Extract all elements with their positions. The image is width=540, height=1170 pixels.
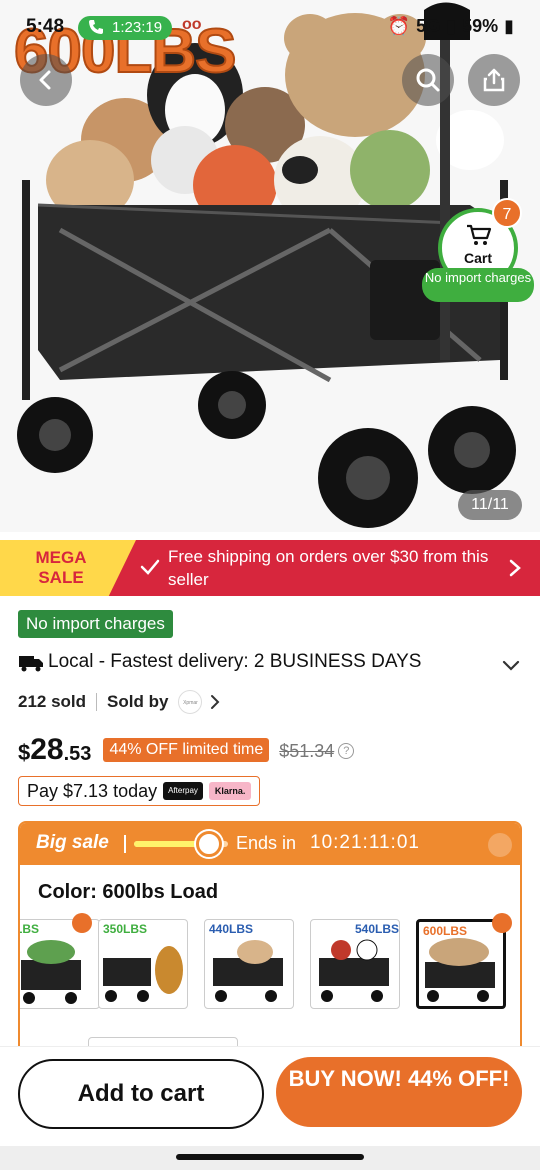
battery-icon: ▮ — [504, 16, 514, 36]
help-icon[interactable]: ? — [338, 743, 355, 759]
cart-label: Cart — [463, 250, 492, 266]
free-shipping-text: Free shipping on orders over $30 from th… — [168, 547, 489, 589]
color-option[interactable]: LBS — [20, 919, 100, 1009]
product-image-carousel[interactable]: 600LBS 5:48 1:23:19 oo ⏰ 5G ▮ 59% ▮ Cart… — [0, 0, 540, 532]
afterpay-logo: Afterpay — [163, 782, 203, 800]
countdown-timer: 10:21:11:01 — [310, 832, 420, 853]
price-row: $ 28 .53 44% OFF limited time $51.34 ? — [18, 733, 355, 766]
status-right: ⏰ 5G ▮ 59% ▮ — [388, 16, 514, 37]
option-label: 600LBS — [423, 924, 468, 938]
share-button[interactable] — [468, 54, 520, 106]
mega-sale-banner[interactable]: MEGA SALE Free shipping on orders over $… — [0, 540, 540, 596]
chevron-right-icon — [211, 695, 220, 709]
call-duration: 1:23:19 — [112, 19, 163, 36]
delivery-info[interactable]: Local - Fastest delivery: 2 BUSINESS DAY… — [18, 650, 498, 674]
no-import-charges-badge: No import charges — [18, 610, 173, 638]
color-options: LBS 350LBS 440LBS 540LBS 600LBS — [20, 913, 520, 1015]
alarm-icon: ⏰ — [387, 16, 411, 36]
sale-progress-fill — [134, 841, 200, 847]
fire-icon — [72, 913, 92, 933]
price-cents: .53 — [63, 743, 92, 765]
big-sale-header[interactable]: Big sale Ends in 10:21:11:01 — [20, 823, 520, 865]
voicemail-icon: oo — [182, 16, 202, 33]
bottom-action-bar: Add to cart BUY NOW! 44% OFF! — [0, 1046, 540, 1146]
truck-icon — [19, 656, 43, 672]
chevron-down-icon[interactable] — [502, 660, 520, 672]
status-bar: 5:48 1:23:19 oo ⏰ 5G ▮ 59% ▮ — [0, 14, 540, 44]
delivery-text: Local - Fastest delivery: 2 BUSINESS DAY… — [48, 651, 422, 672]
share-icon — [483, 68, 505, 92]
color-option[interactable]: 350LBS — [98, 919, 188, 1009]
chevron-left-icon — [39, 70, 51, 90]
pay-today-text: Pay $7.13 today — [27, 780, 158, 801]
ends-in-label: Ends in — [236, 833, 297, 853]
back-button[interactable] — [20, 54, 72, 106]
klarna-logo: Klarna. — [208, 782, 252, 800]
price-whole: 28 — [30, 733, 64, 766]
option-label: LBS — [20, 922, 39, 936]
option-label: 350LBS — [103, 922, 148, 936]
cart-icon — [467, 224, 492, 245]
add-to-cart-button[interactable]: Add to cart — [18, 1059, 264, 1129]
mega-sale-badge-text: MEGA SALE — [35, 548, 87, 587]
original-price: $51.34 — [279, 741, 335, 761]
option-label: 440LBS — [209, 922, 254, 936]
big-sale-title: Big sale — [36, 832, 109, 853]
search-icon — [416, 68, 440, 92]
sold-by-label: Sold by — [107, 692, 169, 711]
phone-icon — [89, 20, 103, 34]
divider — [96, 693, 98, 711]
mega-sale-badge: MEGA SALE — [0, 540, 136, 596]
discount-badge: 44% OFF limited time — [103, 738, 270, 762]
sold-row[interactable]: 212 sold Sold by Xpmar — [18, 690, 220, 714]
chevron-right-icon — [509, 559, 521, 577]
buy-now-button[interactable]: BUY NOW! 44% OFF! — [276, 1057, 522, 1127]
timer-icon — [196, 831, 222, 857]
big-sale-card: Big sale Ends in 10:21:11:01 Color: 600l… — [18, 821, 522, 1061]
divider — [124, 835, 126, 853]
battery-label: 59% — [462, 16, 499, 36]
color-option[interactable]: 540LBS — [310, 919, 400, 1009]
home-indicator[interactable] — [176, 1154, 364, 1160]
check-icon — [140, 559, 160, 575]
seller-logo[interactable]: Xpmar — [178, 690, 203, 714]
cart-count-badge: 7 — [492, 198, 522, 228]
chevron-right-icon — [488, 833, 512, 857]
image-counter: 11/11 — [458, 490, 522, 520]
option-label: 540LBS — [355, 922, 400, 936]
call-indicator[interactable]: 1:23:19 — [78, 16, 173, 40]
color-option-selected[interactable]: 600LBS — [416, 919, 506, 1009]
pay-later-box[interactable]: Pay $7.13 today Afterpay Klarna. — [18, 776, 261, 806]
fire-icon — [492, 913, 512, 933]
sold-count: 212 sold — [18, 692, 87, 711]
network-label: 5G — [416, 16, 441, 36]
cart-no-import-badge: No import charges — [422, 268, 534, 302]
signal-icon: ▮ — [446, 16, 457, 36]
color-option[interactable]: 440LBS — [204, 919, 294, 1009]
price-currency: $ — [18, 740, 31, 765]
search-button[interactable] — [402, 54, 454, 106]
color-label: Color: 600lbs Load — [38, 881, 219, 903]
status-time: 5:48 — [26, 16, 65, 37]
